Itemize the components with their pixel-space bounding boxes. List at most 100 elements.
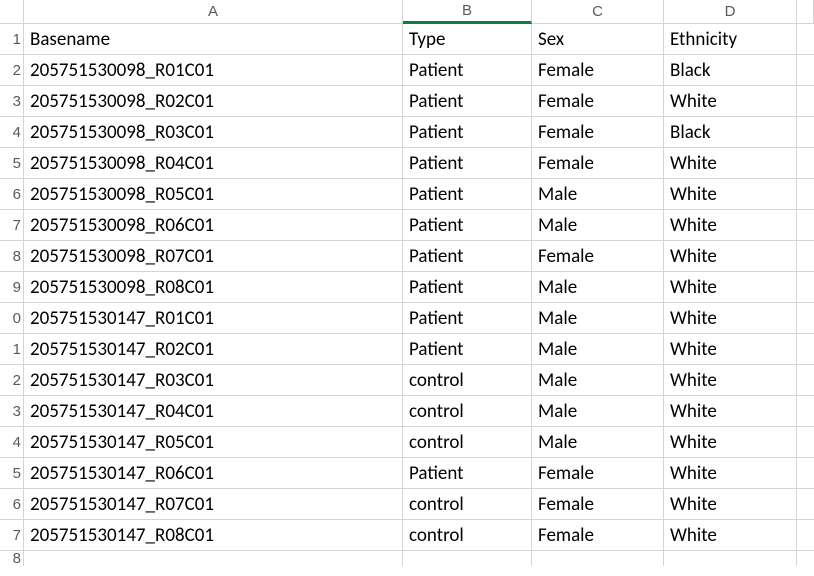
- row-header[interactable]: 7: [0, 520, 24, 551]
- row-header[interactable]: 1: [0, 334, 24, 365]
- column-header-e[interactable]: [797, 0, 814, 24]
- cell[interactable]: [797, 241, 814, 272]
- cell[interactable]: White: [664, 148, 797, 179]
- cell[interactable]: 205751530098_R07C01: [24, 241, 403, 272]
- cell[interactable]: Patient: [403, 117, 532, 148]
- cell[interactable]: 205751530147_R05C01: [24, 427, 403, 458]
- cell[interactable]: Patient: [403, 303, 532, 334]
- cell[interactable]: Male: [532, 210, 664, 241]
- row-header[interactable]: 6: [0, 489, 24, 520]
- cell[interactable]: Patient: [403, 210, 532, 241]
- cell[interactable]: White: [664, 241, 797, 272]
- cell[interactable]: 205751530098_R02C01: [24, 86, 403, 117]
- column-header-d[interactable]: D: [664, 0, 797, 24]
- cell[interactable]: [797, 55, 814, 86]
- cell[interactable]: Male: [532, 179, 664, 210]
- cell[interactable]: control: [403, 489, 532, 520]
- cell[interactable]: 205751530147_R03C01: [24, 365, 403, 396]
- row-header[interactable]: 6: [0, 179, 24, 210]
- cell[interactable]: Basename: [24, 24, 403, 55]
- cell[interactable]: [797, 427, 814, 458]
- cell[interactable]: 205751530098_R05C01: [24, 179, 403, 210]
- cell[interactable]: Ethnicity: [664, 24, 797, 55]
- cell[interactable]: control: [403, 396, 532, 427]
- cell[interactable]: [797, 334, 814, 365]
- select-all-corner[interactable]: [0, 0, 24, 24]
- cell[interactable]: 205751530147_R08C01: [24, 520, 403, 551]
- cell[interactable]: Type: [403, 24, 532, 55]
- cell[interactable]: Male: [532, 427, 664, 458]
- row-header[interactable]: 8: [0, 241, 24, 272]
- cell[interactable]: [797, 489, 814, 520]
- row-header[interactable]: 0: [0, 303, 24, 334]
- cell[interactable]: 205751530098_R08C01: [24, 272, 403, 303]
- cell[interactable]: 205751530098_R03C01: [24, 117, 403, 148]
- cell[interactable]: Male: [532, 272, 664, 303]
- row-header[interactable]: 5: [0, 458, 24, 489]
- cell[interactable]: Patient: [403, 334, 532, 365]
- cell[interactable]: 205751530147_R01C01: [24, 303, 403, 334]
- cell[interactable]: White: [664, 489, 797, 520]
- spreadsheet-grid[interactable]: A B C D 1 Basename Type Sex Ethnicity 2 …: [0, 0, 814, 566]
- cell[interactable]: [797, 148, 814, 179]
- cell[interactable]: Female: [532, 55, 664, 86]
- cell[interactable]: White: [664, 520, 797, 551]
- cell[interactable]: [532, 551, 664, 566]
- cell[interactable]: [797, 117, 814, 148]
- cell[interactable]: White: [664, 458, 797, 489]
- cell[interactable]: White: [664, 303, 797, 334]
- cell[interactable]: Female: [532, 148, 664, 179]
- cell[interactable]: Male: [532, 303, 664, 334]
- cell[interactable]: Patient: [403, 86, 532, 117]
- cell[interactable]: control: [403, 520, 532, 551]
- column-header-b[interactable]: B: [403, 0, 532, 24]
- cell[interactable]: [403, 551, 532, 566]
- cell[interactable]: [24, 551, 403, 566]
- cell[interactable]: [797, 458, 814, 489]
- cell[interactable]: [797, 396, 814, 427]
- row-header[interactable]: 4: [0, 427, 24, 458]
- cell[interactable]: Black: [664, 117, 797, 148]
- row-header[interactable]: 5: [0, 148, 24, 179]
- cell[interactable]: 205751530098_R06C01: [24, 210, 403, 241]
- cell[interactable]: 205751530147_R04C01: [24, 396, 403, 427]
- cell[interactable]: Female: [532, 489, 664, 520]
- row-header[interactable]: 8: [0, 551, 24, 566]
- row-header[interactable]: 7: [0, 210, 24, 241]
- cell[interactable]: Female: [532, 241, 664, 272]
- row-header[interactable]: 1: [0, 24, 24, 55]
- row-header[interactable]: 2: [0, 365, 24, 396]
- cell[interactable]: Patient: [403, 179, 532, 210]
- row-header[interactable]: 9: [0, 272, 24, 303]
- cell[interactable]: Sex: [532, 24, 664, 55]
- cell[interactable]: 205751530098_R04C01: [24, 148, 403, 179]
- cell[interactable]: Male: [532, 334, 664, 365]
- cell[interactable]: [797, 210, 814, 241]
- cell[interactable]: Black: [664, 55, 797, 86]
- cell[interactable]: [797, 551, 814, 566]
- cell[interactable]: White: [664, 86, 797, 117]
- cell[interactable]: 205751530147_R06C01: [24, 458, 403, 489]
- cell[interactable]: 205751530098_R01C01: [24, 55, 403, 86]
- cell[interactable]: Female: [532, 458, 664, 489]
- cell[interactable]: White: [664, 334, 797, 365]
- cell[interactable]: [797, 272, 814, 303]
- row-header[interactable]: 4: [0, 117, 24, 148]
- cell[interactable]: White: [664, 272, 797, 303]
- cell[interactable]: Patient: [403, 241, 532, 272]
- cell[interactable]: [797, 303, 814, 334]
- cell[interactable]: [797, 365, 814, 396]
- cell[interactable]: control: [403, 427, 532, 458]
- cell[interactable]: Patient: [403, 272, 532, 303]
- row-header[interactable]: 2: [0, 55, 24, 86]
- cell[interactable]: Patient: [403, 458, 532, 489]
- cell[interactable]: [797, 86, 814, 117]
- cell[interactable]: Male: [532, 365, 664, 396]
- cell[interactable]: White: [664, 427, 797, 458]
- cell[interactable]: [797, 24, 814, 55]
- cell[interactable]: White: [664, 365, 797, 396]
- cell[interactable]: Patient: [403, 148, 532, 179]
- cell[interactable]: [797, 179, 814, 210]
- cell[interactable]: [664, 551, 797, 566]
- cell[interactable]: Female: [532, 520, 664, 551]
